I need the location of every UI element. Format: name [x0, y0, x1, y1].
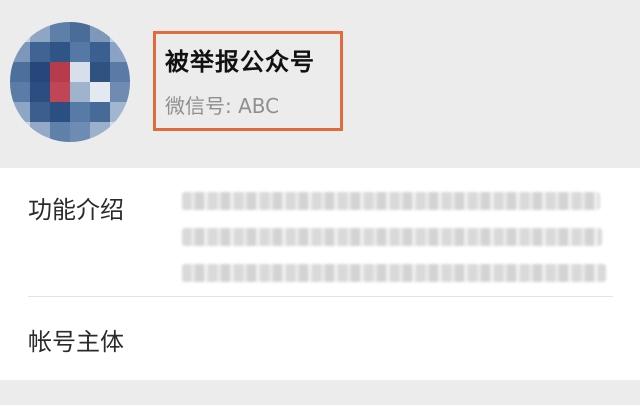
avatar-pixel: [50, 42, 70, 62]
avatar-pixel: [110, 82, 130, 102]
avatar-pixel: [110, 22, 130, 42]
details-card: 功能介绍 帐号主体: [0, 168, 640, 380]
avatar-pixel: [90, 82, 110, 102]
avatar-pixel: [90, 62, 110, 82]
blurred-intro-line-2: [182, 228, 602, 246]
avatar-pixel: [10, 42, 30, 62]
avatar-pixel: [30, 102, 50, 122]
avatar-pixel: [50, 22, 70, 42]
account-profile-screen: 被举报公众号 微信号: ABC 功能介绍 帐号主体: [0, 0, 640, 405]
avatar-pixel: [10, 122, 30, 142]
profile-header: 被举报公众号 微信号: ABC: [0, 0, 640, 168]
avatar-pixel: [70, 82, 90, 102]
avatar-pixel: [10, 62, 30, 82]
avatar[interactable]: [10, 22, 130, 142]
avatar-pixel: [10, 102, 30, 122]
avatar-pixel: [110, 42, 130, 62]
avatar-pixel: [110, 122, 130, 142]
bottom-strip: [0, 380, 640, 405]
blurred-intro-line-3: [182, 264, 606, 282]
avatar-pixel: [90, 22, 110, 42]
avatar-pixel: [10, 22, 30, 42]
avatar-pixel: [90, 122, 110, 142]
blurred-intro-line-1: [182, 192, 600, 210]
avatar-pixel: [110, 102, 130, 122]
avatar-pixel: [70, 102, 90, 122]
avatar-pixel: [30, 82, 50, 102]
avatar-pixel: [90, 102, 110, 122]
avatar-pixel: [70, 62, 90, 82]
avatar-pixel: [50, 122, 70, 142]
avatar-pixel: [30, 42, 50, 62]
avatar-pixel: [10, 82, 30, 102]
owner-label: 帐号主体: [28, 328, 124, 356]
intro-label: 功能介绍: [28, 196, 124, 224]
avatar-pixel: [110, 62, 130, 82]
avatar-pixel: [50, 102, 70, 122]
avatar-pixel: [30, 122, 50, 142]
avatar-pixel: [30, 62, 50, 82]
avatar-pixel: [50, 62, 70, 82]
account-name: 被举报公众号: [165, 48, 315, 76]
avatar-pixel: [90, 42, 110, 62]
avatar-pixel: [70, 22, 90, 42]
avatar-pixel: [70, 122, 90, 142]
wechat-id: 微信号: ABC: [165, 94, 280, 118]
avatar-pixel: [50, 82, 70, 102]
avatar-pixel: [30, 22, 50, 42]
row-divider: [28, 296, 613, 297]
avatar-pixel: [70, 42, 90, 62]
